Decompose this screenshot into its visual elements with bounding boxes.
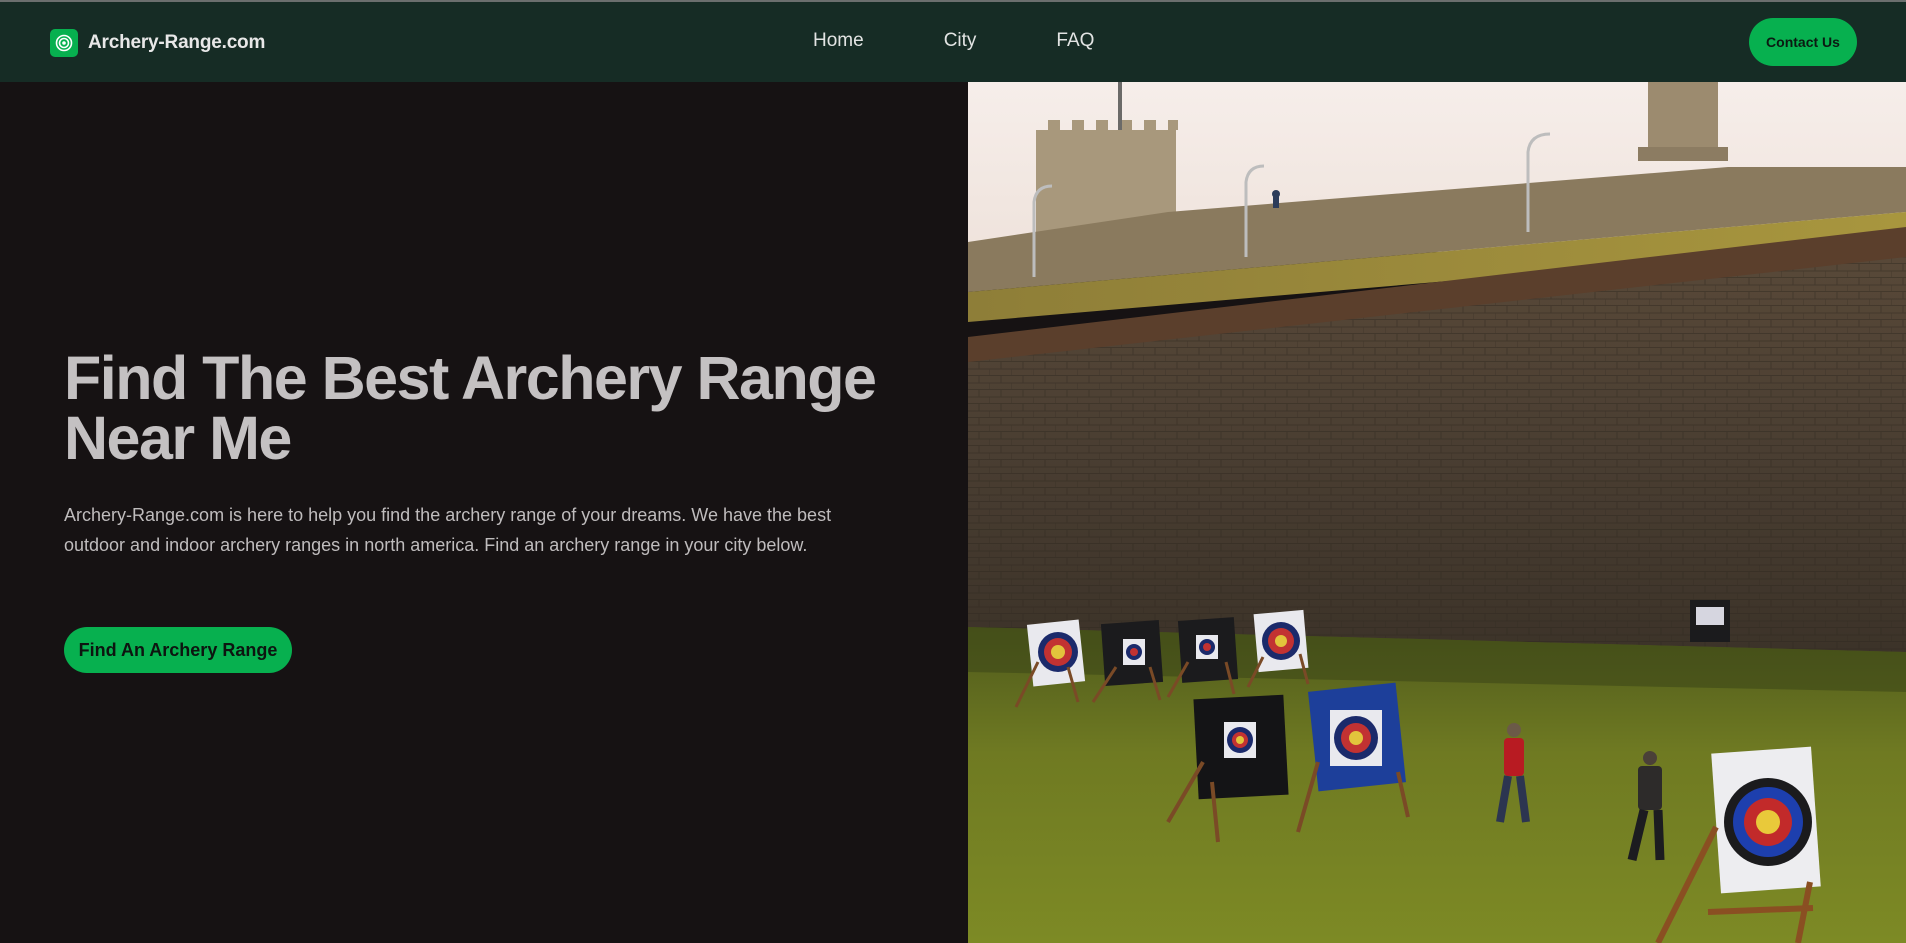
brand-name: Archery-Range.com — [88, 32, 266, 53]
site-header: Archery-Range.com Home City FAQ Contact … — [0, 2, 1906, 82]
hero-photo — [968, 82, 1906, 943]
target-icon — [50, 29, 78, 57]
site-logo[interactable]: Archery-Range.com — [50, 29, 265, 57]
nav-city[interactable]: City — [944, 30, 977, 52]
archery-field-illustration — [968, 82, 1906, 943]
find-range-button[interactable]: Find An Archery Range — [64, 627, 292, 673]
nav-faq[interactable]: FAQ — [1056, 30, 1094, 52]
main-nav: Home City FAQ — [813, 30, 1174, 52]
hero-section: Find The Best Archery Range Near Me Arch… — [0, 82, 968, 943]
hero-intro: Archery-Range.com is here to help you fi… — [64, 505, 832, 555]
contact-us-button[interactable]: Contact Us — [1749, 18, 1857, 66]
nav-home[interactable]: Home — [813, 30, 864, 52]
hero-title: Find The Best Archery Range Near Me — [64, 344, 877, 472]
